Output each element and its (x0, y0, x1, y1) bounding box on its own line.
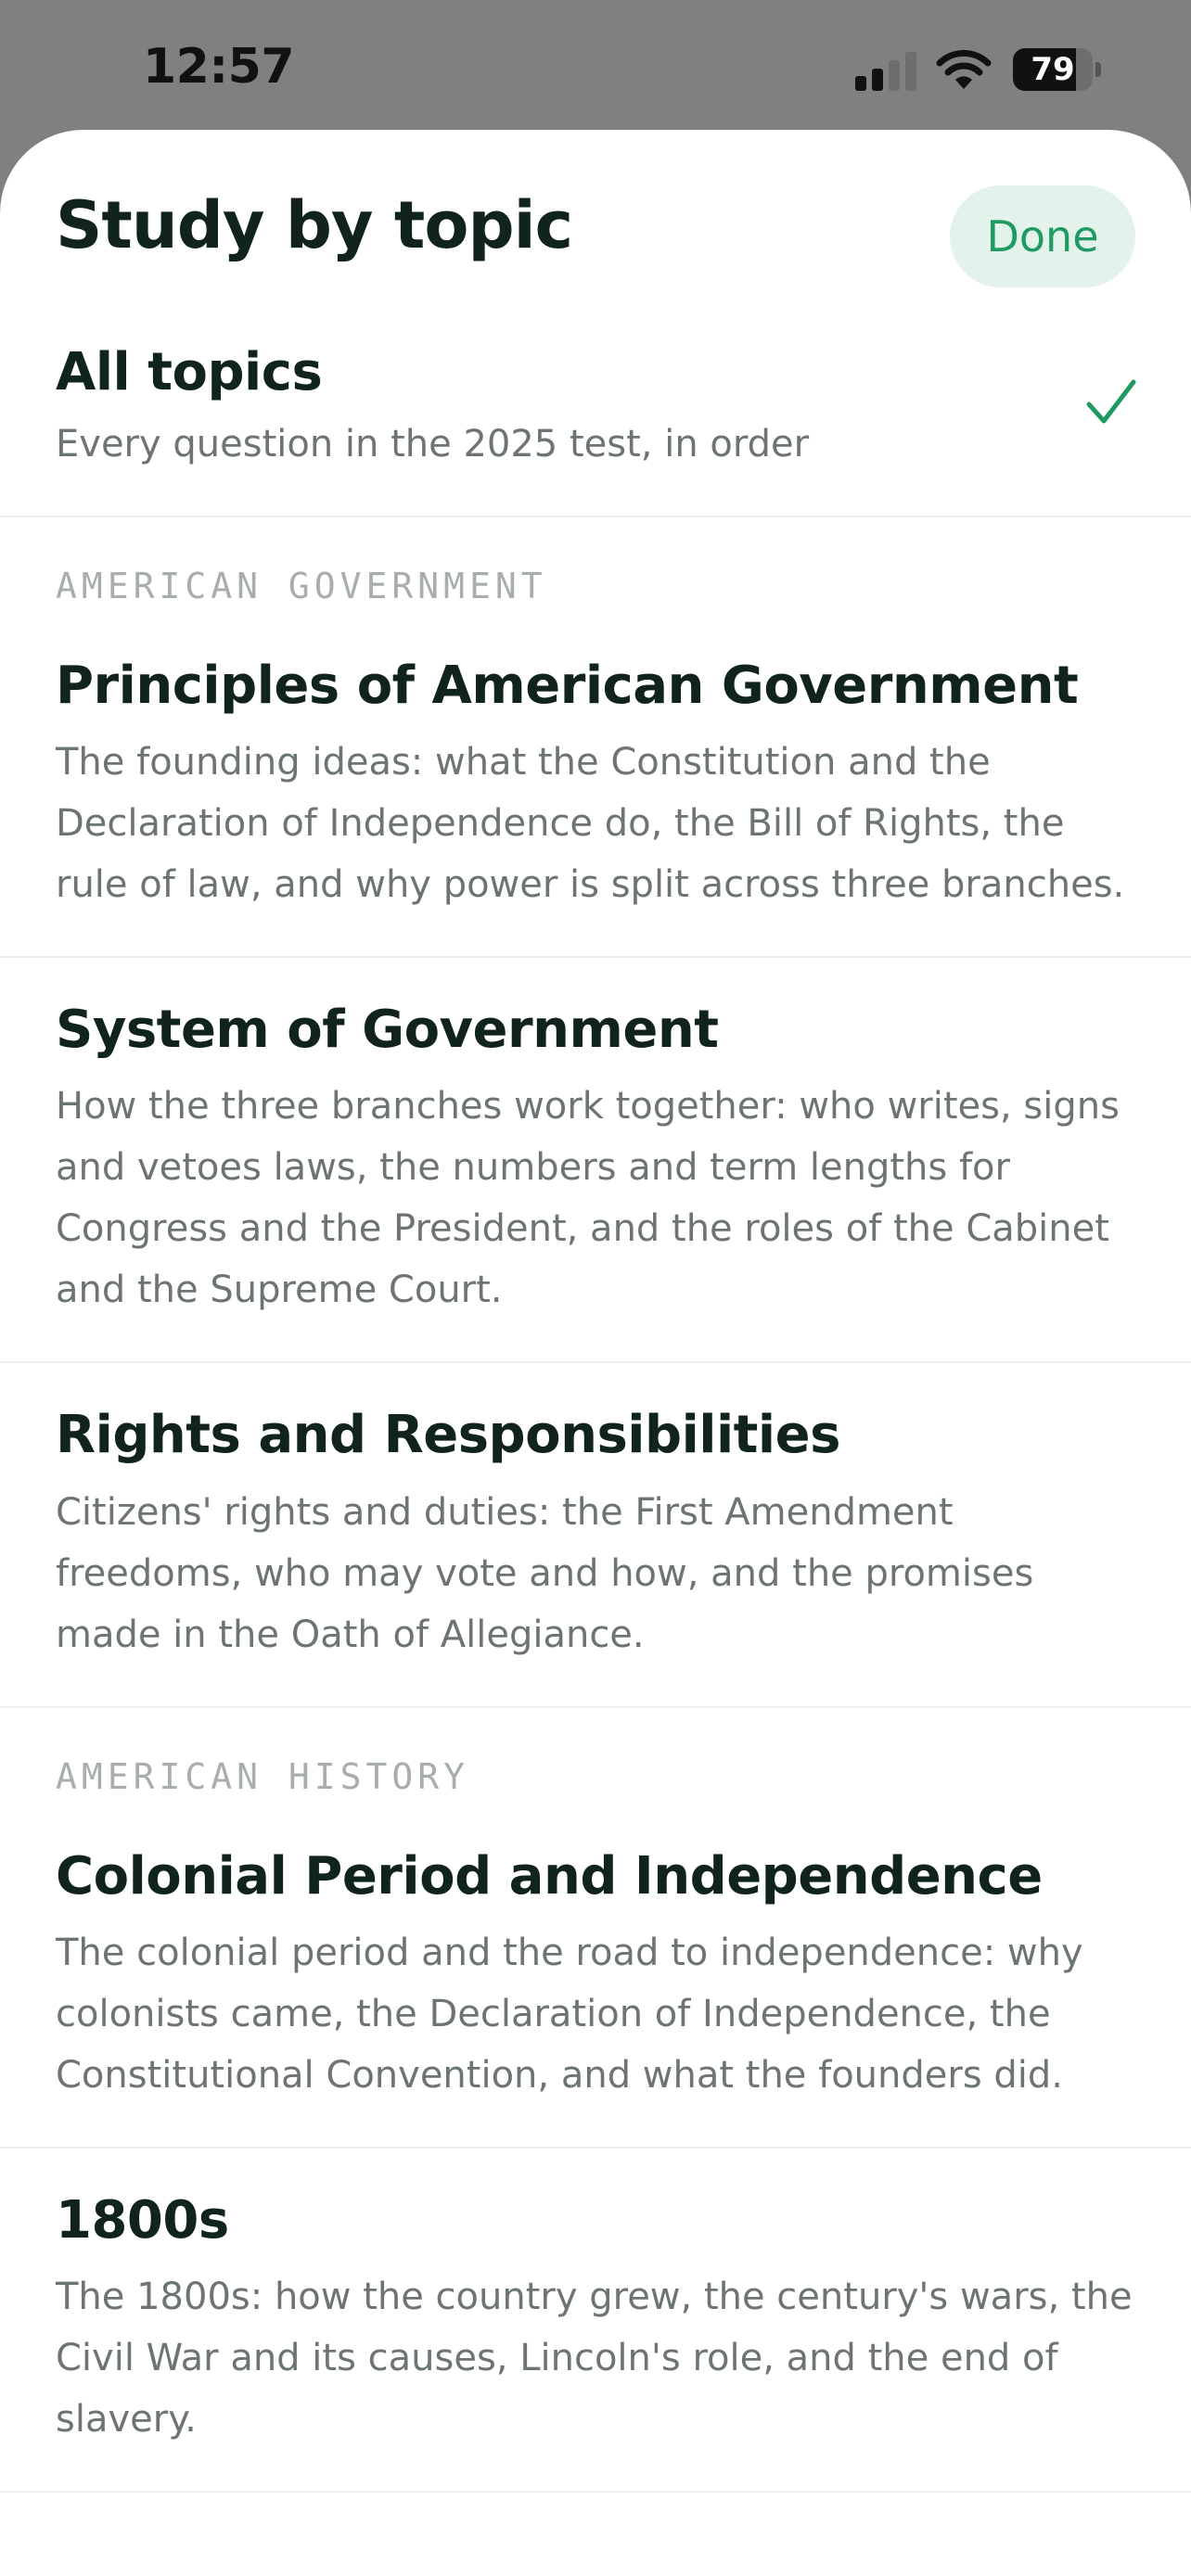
topic-title: System of Government (56, 1000, 719, 1061)
status-time: 12:57 (143, 39, 295, 95)
battery-body: 79 (1013, 48, 1093, 91)
topic-description: Citizens' rights and duties: the First A… (56, 1490, 1034, 1656)
topic-row-colonial-period[interactable]: Colonial Period and Independence The col… (0, 1819, 1191, 2149)
topic-description: The colonial period and the road to inde… (56, 1931, 1083, 2097)
topic-description: The 1800s: how the country grew, the cen… (56, 2275, 1133, 2441)
topic-title: Colonial Period and Independence (56, 1845, 1043, 1906)
battery-cap (1095, 62, 1101, 77)
battery-level: 79 (1031, 51, 1075, 88)
checkmark-icon (1086, 379, 1136, 424)
topic-row-system-of-government[interactable]: System of Government How the three branc… (0, 958, 1191, 1364)
topic-row-rights-and-responsibilities[interactable]: Rights and Responsibilities Citizens' ri… (0, 1363, 1191, 1708)
all-topics-title: All topics (56, 342, 323, 402)
topic-sheet: Study by topic Done All topics Every que… (0, 130, 1191, 2576)
sheet-title: Study by topic (56, 187, 573, 263)
status-bar: 12:57 79 (0, 0, 1191, 130)
wifi-icon (936, 49, 992, 89)
topic-title: Principles of American Government (56, 656, 1079, 716)
topic-title: Rights and Responsibilities (56, 1405, 840, 1466)
topic-description: The founding ideas: what the Constitutio… (56, 741, 1125, 907)
topic-row-1800s[interactable]: 1800s The 1800s: how the country grew, t… (0, 2149, 1191, 2493)
signal-icon (855, 52, 916, 91)
section-header-american-history: AMERICAN HISTORY (56, 1755, 470, 1797)
all-topics-subtitle: Every question in the 2025 test, in orde… (56, 423, 810, 465)
done-button[interactable]: Done (950, 185, 1135, 287)
battery-icon: 79 (1013, 48, 1102, 91)
all-topics-row[interactable]: All topics Every question in the 2025 te… (0, 286, 1191, 517)
topic-row-principles[interactable]: Principles of American Government The fo… (0, 629, 1191, 959)
topic-title: 1800s (56, 2189, 229, 2251)
topic-description: How the three branches work together: wh… (56, 1085, 1120, 1312)
sheet-header: Study by topic Done (0, 130, 1191, 287)
section-header-american-government: AMERICAN GOVERNMENT (56, 566, 547, 606)
